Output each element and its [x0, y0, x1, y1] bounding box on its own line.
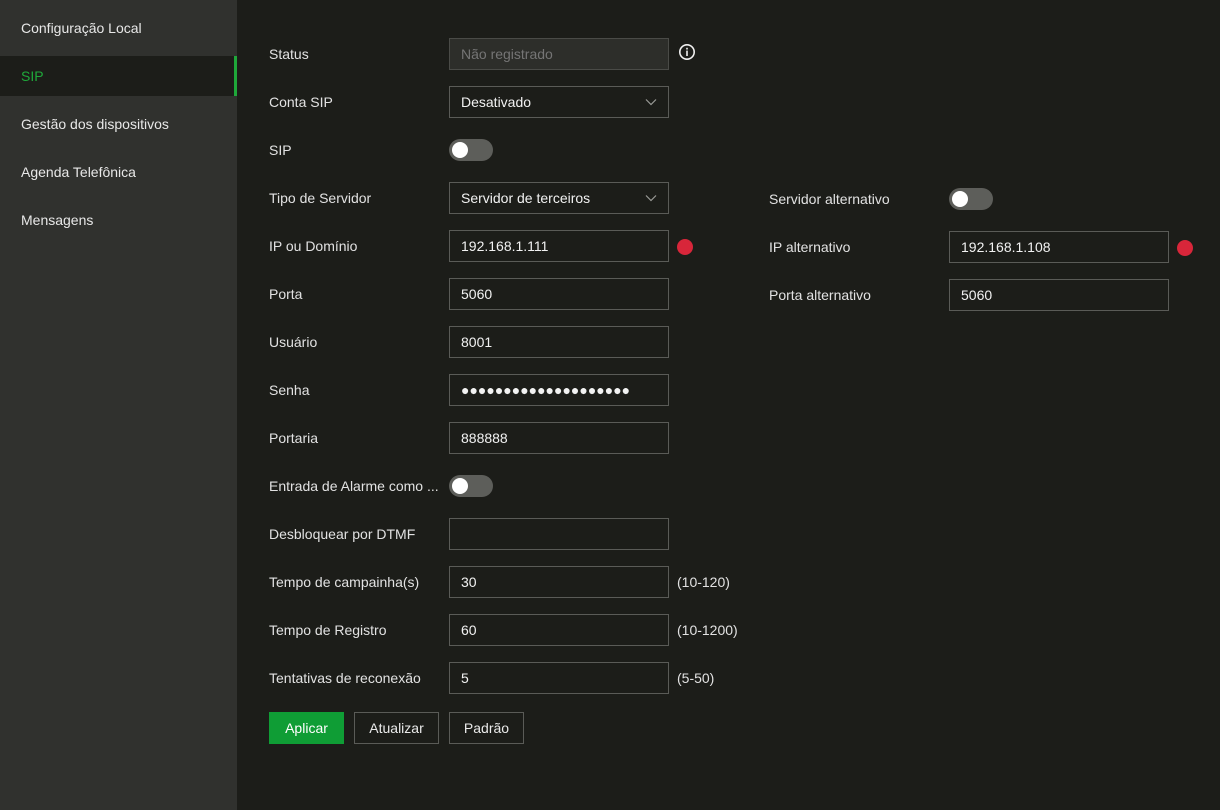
sip-settings-panel: Status Conta SIP Desativado SIP Tipo de …	[237, 0, 1220, 810]
sidebar-item-label: Mensagens	[21, 212, 94, 228]
alt-port-label: Porta alternativo	[769, 287, 871, 303]
sip-account-value: Desativado	[461, 94, 532, 110]
password-label: Senha	[269, 382, 310, 398]
gateway-input[interactable]: 888888	[449, 422, 669, 454]
dtmf-row: Desbloquear por DTMF	[237, 518, 1220, 550]
toggle-knob	[452, 478, 468, 494]
refresh-button[interactable]: Atualizar	[354, 712, 439, 744]
password-row: Senha ●●●●●●●●●●●●●●●●●●●●	[237, 374, 1220, 406]
alarm-input-row: Entrada de Alarme como ...	[237, 470, 1220, 502]
reconnect-row: Tentativas de reconexão 5 (5-50)	[237, 662, 1220, 694]
gateway-row: Portaria 888888	[237, 422, 1220, 454]
apply-button[interactable]: Aplicar	[269, 712, 344, 744]
sidebar-item-label: SIP	[21, 68, 44, 84]
sip-account-select[interactable]: Desativado	[449, 86, 669, 118]
alarm-input-toggle[interactable]	[449, 475, 493, 497]
required-indicator	[677, 239, 693, 255]
reconnect-label: Tentativas de reconexão	[269, 670, 421, 686]
alt-ip-input[interactable]: 192.168.1.108	[949, 231, 1169, 263]
toggle-knob	[452, 142, 468, 158]
sidebar-item-phonebook[interactable]: Agenda Telefônica	[0, 152, 237, 192]
alarm-input-label: Entrada de Alarme como ...	[269, 478, 439, 494]
password-input[interactable]: ●●●●●●●●●●●●●●●●●●●●	[449, 374, 669, 406]
dtmf-label: Desbloquear por DTMF	[269, 526, 416, 542]
sip-account-label: Conta SIP	[269, 94, 333, 110]
dtmf-input[interactable]	[449, 518, 669, 550]
alt-ip-row: IP alternativo 192.168.1.108	[769, 231, 1209, 263]
register-time-label: Tempo de Registro	[269, 622, 387, 638]
sip-toggle[interactable]	[449, 139, 493, 161]
ring-time-range: (10-120)	[677, 574, 730, 590]
register-time-value: 60	[461, 622, 477, 638]
toggle-knob	[952, 191, 968, 207]
alt-server-toggle[interactable]	[949, 188, 993, 210]
gateway-value: 888888	[461, 430, 508, 446]
register-time-input[interactable]: 60	[449, 614, 669, 646]
sip-account-row: Conta SIP Desativado	[237, 86, 1220, 118]
port-label: Porta	[269, 286, 303, 302]
alt-ip-value: 192.168.1.108	[961, 239, 1051, 255]
sidebar-item-label: Gestão dos dispositivos	[21, 116, 169, 132]
ring-time-input[interactable]: 30	[449, 566, 669, 598]
alt-port-row: Porta alternativo 5060	[769, 279, 1189, 311]
port-input[interactable]: 5060	[449, 278, 669, 310]
register-time-row: Tempo de Registro 60 (10-1200)	[237, 614, 1220, 646]
chevron-down-icon	[645, 99, 657, 106]
status-row: Status	[237, 38, 1220, 70]
sip-label: SIP	[269, 142, 292, 158]
port-value: 5060	[461, 286, 493, 302]
user-row: Usuário 8001	[237, 326, 1220, 358]
user-value: 8001	[461, 334, 493, 350]
server-type-value: Servidor de terceiros	[461, 190, 591, 206]
password-value: ●●●●●●●●●●●●●●●●●●●●	[461, 382, 631, 398]
default-button[interactable]: Padrão	[449, 712, 524, 744]
alt-server-label: Servidor alternativo	[769, 191, 890, 207]
alt-port-value: 5060	[961, 287, 993, 303]
alt-port-input[interactable]: 5060	[949, 279, 1169, 311]
gateway-label: Portaria	[269, 430, 319, 446]
ring-time-value: 30	[461, 574, 477, 590]
reconnect-input[interactable]: 5	[449, 662, 669, 694]
status-field	[449, 38, 669, 70]
server-type-label: Tipo de Servidor	[269, 190, 372, 206]
reconnect-range: (5-50)	[677, 670, 715, 686]
sidebar-item-label: Configuração Local	[21, 20, 142, 36]
sidebar-item-label: Agenda Telefônica	[21, 164, 136, 180]
ip-domain-label: IP ou Domínio	[269, 238, 358, 254]
sip-row: SIP	[237, 134, 1220, 166]
alt-ip-label: IP alternativo	[769, 239, 851, 255]
sidebar-item-messages[interactable]: Mensagens	[0, 200, 237, 240]
user-input[interactable]: 8001	[449, 326, 669, 358]
ip-domain-input[interactable]: 192.168.1.111	[449, 230, 669, 262]
required-indicator	[1177, 240, 1193, 256]
status-label: Status	[269, 46, 309, 62]
ip-domain-value: 192.168.1.111	[461, 238, 549, 254]
reconnect-value: 5	[461, 670, 469, 686]
sidebar-item-device-management[interactable]: Gestão dos dispositivos	[0, 104, 237, 144]
sidebar-nav: Configuração Local SIP Gestão dos dispos…	[0, 0, 237, 810]
sidebar-item-sip[interactable]: SIP	[0, 56, 237, 96]
sidebar-item-local-config[interactable]: Configuração Local	[0, 8, 237, 48]
register-time-range: (10-1200)	[677, 622, 738, 638]
user-label: Usuário	[269, 334, 318, 350]
ring-time-label: Tempo de campainha(s)	[269, 574, 420, 590]
ring-time-row: Tempo de campainha(s) 30 (10-120)	[237, 566, 1220, 598]
alt-server-row: Servidor alternativo	[769, 183, 1189, 215]
server-type-select[interactable]: Servidor de terceiros	[449, 182, 669, 214]
info-icon[interactable]	[678, 43, 696, 61]
chevron-down-icon	[645, 195, 657, 202]
